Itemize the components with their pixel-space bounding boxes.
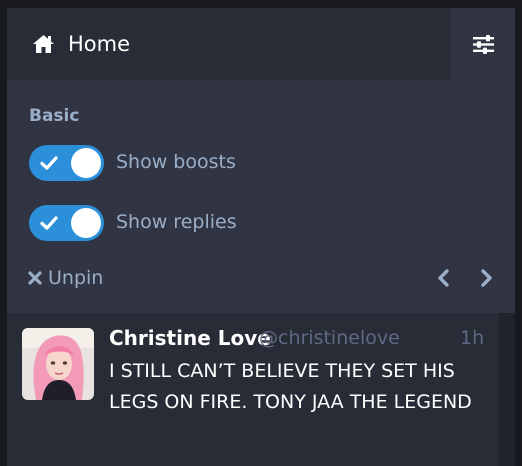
unpin-label: Unpin [48,267,104,289]
close-icon [28,271,42,285]
show-replies-toggle[interactable] [29,205,104,241]
chevron-right-icon[interactable] [477,268,495,288]
unpin-button[interactable]: Unpin [28,266,103,290]
toggle-knob [71,148,101,178]
column-header: Home [7,8,515,80]
status-content: I STILL CAN’T BELIEVE THEY SET HIS LEGS … [109,360,472,413]
sliders-icon [473,35,494,54]
home-icon [33,35,54,53]
check-icon [40,156,58,170]
top-edge [0,0,522,8]
avatar-image [22,328,94,400]
scrollbar-track[interactable] [499,313,515,466]
chevron-left-icon[interactable] [435,268,453,288]
column-settings-panel: Basic Show boosts Show replies Unpin [7,80,515,313]
section-label-basic: Basic [29,106,80,126]
show-replies-label[interactable]: Show replies [116,211,237,233]
avatar[interactable] [22,328,94,400]
column-header-title-button[interactable]: Home [7,8,451,80]
status-item[interactable]: Christine Love @christinelove 1h I STILL… [7,313,499,466]
status-timestamp[interactable]: 1h [460,327,484,349]
home-column: Home Basic Show boosts Show replies Unpi… [7,8,515,466]
show-boosts-toggle[interactable] [29,145,104,181]
show-replies-setting: Show replies [29,205,429,241]
show-boosts-label[interactable]: Show boosts [116,151,236,173]
column-title: Home [68,32,131,56]
toggle-knob [71,208,101,238]
column-settings-button[interactable] [451,8,515,80]
username[interactable]: @christinelove [259,327,400,349]
display-name[interactable]: Christine Love [109,326,271,350]
show-boosts-setting: Show boosts [29,145,429,181]
check-icon [40,216,58,230]
